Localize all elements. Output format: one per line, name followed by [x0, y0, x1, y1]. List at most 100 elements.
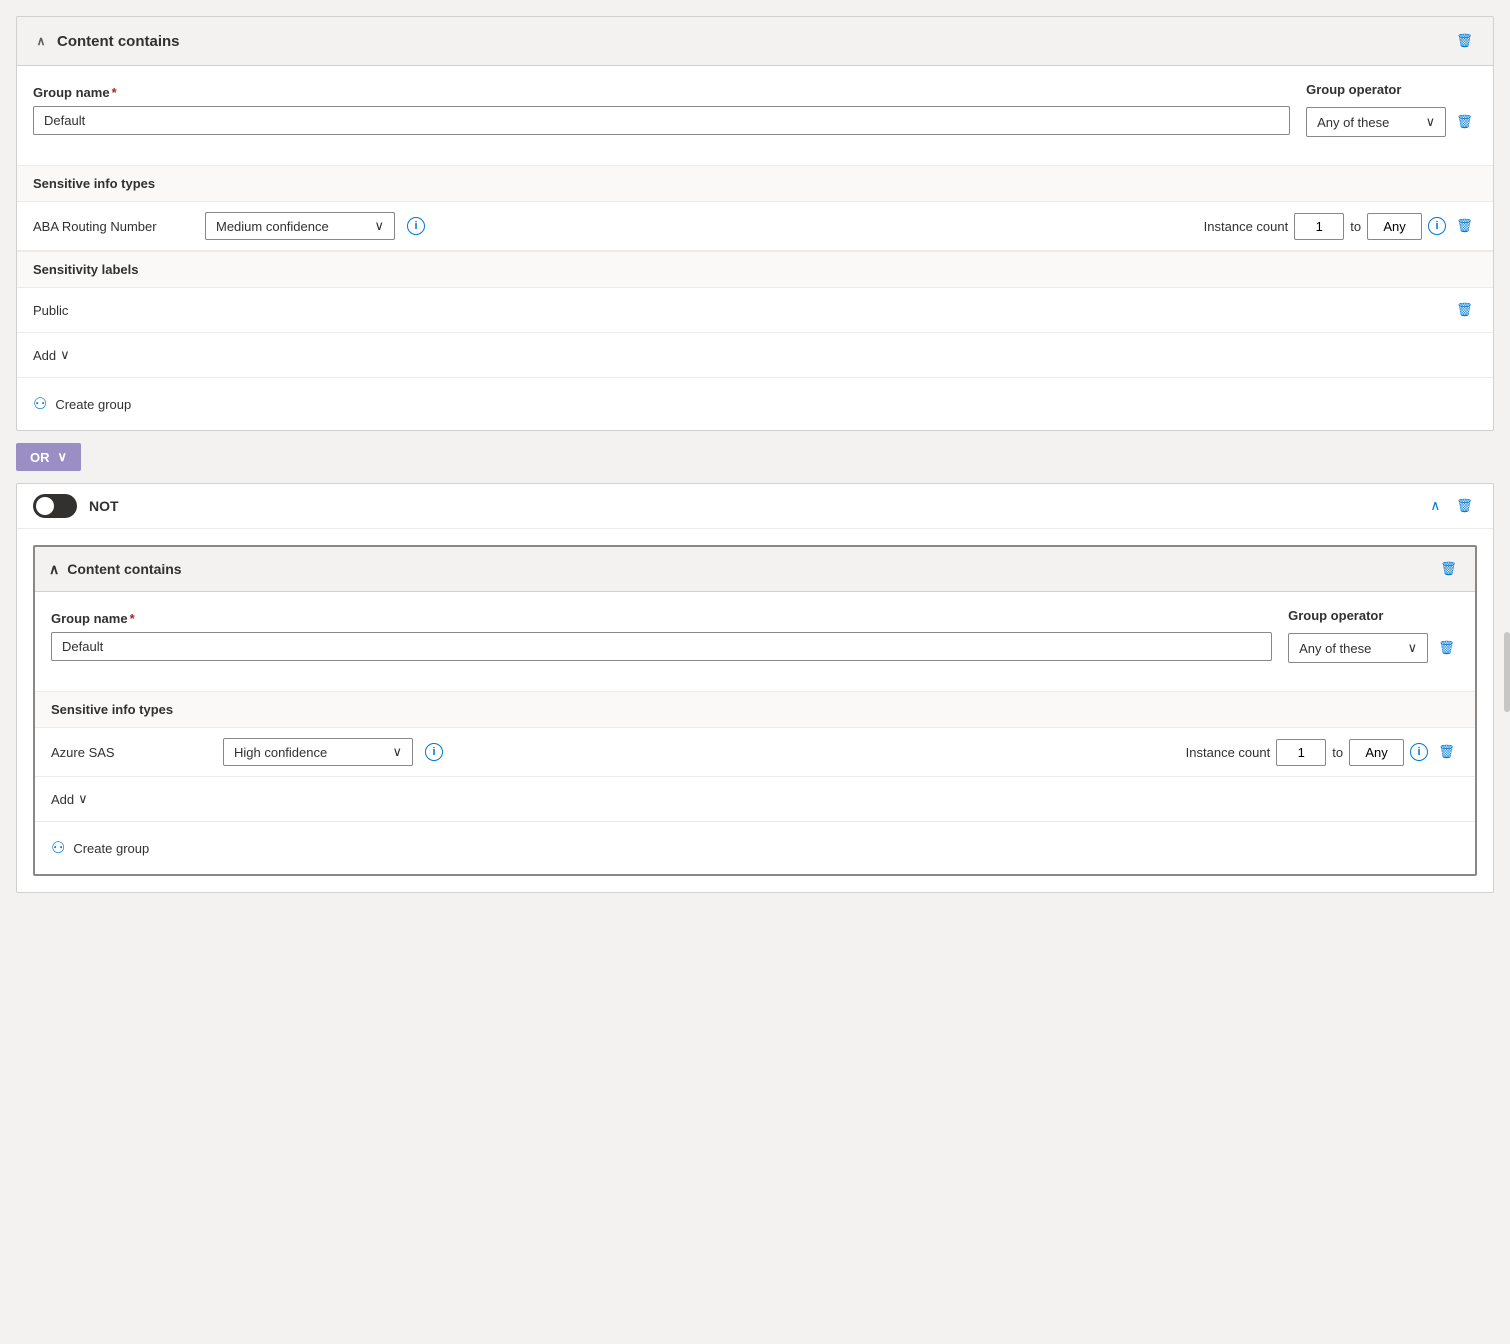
azure-sas-to-label: to [1332, 745, 1343, 760]
aba-instance-from-input[interactable] [1294, 213, 1344, 240]
section1-delete-button[interactable]: 🗑 [1452, 29, 1477, 53]
inner-sensitive-info-types-label: Sensitive info types [35, 691, 1475, 728]
inner-create-group-row: ⚇ Create group [35, 822, 1475, 874]
content-contains-inner-trash-icon: 🗑 [1440, 561, 1457, 577]
not-toggle[interactable] [33, 494, 77, 518]
not-header: NOT ∧ 🗑 [17, 484, 1493, 529]
not-collapse-icon: ∧ [1430, 498, 1440, 514]
group-name-field-wrapper: Group name* [33, 85, 1290, 135]
azure-sas-row: Azure SAS High confidence ∨ i Instance c… [35, 728, 1475, 777]
or-button-container: OR ∨ [16, 443, 1494, 471]
inner-add-chevron-icon: ∨ [78, 791, 88, 807]
aba-confidence-chevron-icon: ∨ [374, 218, 384, 234]
or-chevron-icon: ∨ [58, 449, 68, 465]
content-contains-section-1: ∧ Content contains 🗑 Group name* Group o… [16, 16, 1494, 431]
azure-sas-confidence-dropdown[interactable]: High confidence ∨ [223, 738, 413, 766]
content-contains-inner-delete-button[interactable]: 🗑 [1436, 557, 1461, 581]
aba-confidence-dropdown[interactable]: Medium confidence ∨ [205, 212, 395, 240]
not-delete-button[interactable]: 🗑 [1452, 494, 1477, 518]
section1-header: ∧ Content contains 🗑 [17, 17, 1493, 66]
group-operator-chevron-icon: ∨ [1426, 114, 1436, 130]
aba-routing-row: ABA Routing Number Medium confidence ∨ i… [17, 202, 1493, 251]
aba-instance-info-icon[interactable]: i [1428, 217, 1446, 235]
not-label: NOT [89, 498, 119, 514]
not-toggle-slider [33, 494, 77, 518]
or-label: OR [30, 450, 50, 465]
group-operator-delete-button[interactable]: 🗑 [1452, 110, 1477, 134]
section1-header-left: ∧ Content contains [33, 33, 180, 50]
section1-create-group-button[interactable]: ⚇ Create group [33, 390, 131, 418]
inner-group-name-container: Group name* Group operator Any of these … [35, 592, 1475, 691]
public-row: Public 🗑 [17, 288, 1493, 333]
section1-add-chevron-icon: ∨ [60, 347, 70, 363]
inner-group-operator-delete-button[interactable]: 🗑 [1434, 636, 1459, 660]
section1-create-group-row: ⚇ Create group [17, 378, 1493, 430]
not-trash-icon: 🗑 [1456, 498, 1473, 514]
aba-instance-to-input[interactable] [1367, 213, 1422, 240]
inner-group-operator-label: Group operator [1288, 608, 1459, 623]
section1-create-group-label: Create group [55, 397, 131, 412]
public-trash-icon: 🗑 [1456, 302, 1473, 318]
aba-to-label: to [1350, 219, 1361, 234]
not-body: ∧ Content contains 🗑 Group name* [17, 529, 1493, 892]
azure-sas-confidence-chevron-icon: ∨ [392, 744, 402, 760]
inner-add-button[interactable]: Add ∨ [51, 787, 88, 811]
not-header-left: NOT [33, 494, 119, 518]
group-operator-dropdown[interactable]: Any of these ∨ [1306, 107, 1446, 137]
content-contains-inner-section: ∧ Content contains 🗑 Group name* [33, 545, 1477, 876]
aba-delete-button[interactable]: 🗑 [1452, 214, 1477, 238]
azure-sas-instance-info-icon[interactable]: i [1410, 743, 1428, 761]
azure-sas-instance-to-input[interactable] [1349, 739, 1404, 766]
azure-sas-instance-from-input[interactable] [1276, 739, 1326, 766]
not-section: NOT ∧ 🗑 ∧ Content contains 🗑 [16, 483, 1494, 893]
aba-confidence-info-icon[interactable]: i [407, 217, 425, 235]
inner-add-label: Add [51, 792, 74, 807]
group-operator-value: Any of these [1317, 115, 1389, 130]
inner-add-row: Add ∨ [35, 777, 1475, 822]
group-name-row: Group name* Group operator Any of these … [33, 82, 1477, 137]
inner-create-group-button[interactable]: ⚇ Create group [51, 834, 149, 862]
azure-sas-trash-icon: 🗑 [1438, 744, 1455, 760]
not-collapse-button[interactable]: ∧ [1426, 494, 1444, 518]
azure-sas-confidence-info-icon[interactable]: i [425, 743, 443, 761]
inner-group-name-label: Group name* [51, 611, 1272, 626]
inner-group-operator-chevron-icon: ∨ [1408, 640, 1418, 656]
inner-required-star: * [130, 611, 135, 626]
inner-group-name-row: Group name* Group operator Any of these … [51, 608, 1459, 663]
section1-add-button[interactable]: Add ∨ [33, 343, 70, 367]
inner-group-operator-trash-icon: 🗑 [1438, 640, 1455, 656]
azure-sas-label: Azure SAS [51, 745, 211, 760]
section1-title: Content contains [57, 33, 180, 50]
group-operator-trash-icon: 🗑 [1456, 114, 1473, 130]
group-name-label: Group name* [33, 85, 1290, 100]
aba-instance-count-section: Instance count to i 🗑 [1204, 213, 1477, 240]
inner-body: Group name* Group operator Any of these … [35, 592, 1475, 874]
section1-collapse-icon[interactable]: ∧ [33, 33, 49, 49]
inner-group-name-input[interactable] [51, 632, 1272, 661]
section1-body: Group name* Group operator Any of these … [17, 66, 1493, 165]
inner-group-operator-value: Any of these [1299, 641, 1371, 656]
scrollbar[interactable] [1504, 632, 1510, 712]
public-delete-button[interactable]: 🗑 [1452, 298, 1477, 322]
section1-add-row: Add ∨ [17, 333, 1493, 378]
azure-sas-delete-button[interactable]: 🗑 [1434, 740, 1459, 764]
group-operator-label: Group operator [1306, 82, 1477, 97]
sensitivity-labels-label: Sensitivity labels [17, 251, 1493, 288]
azure-sas-instance-count-label: Instance count [1186, 745, 1271, 760]
section1-trash-icon: 🗑 [1456, 33, 1473, 49]
content-contains-inner-header: ∧ Content contains 🗑 [35, 547, 1475, 592]
inner-create-group-people-icon: ⚇ [51, 838, 65, 858]
inner-create-group-label: Create group [73, 841, 149, 856]
group-name-input[interactable] [33, 106, 1290, 135]
section1-create-group-people-icon: ⚇ [33, 394, 47, 414]
aba-trash-icon: 🗑 [1456, 218, 1473, 234]
aba-routing-label: ABA Routing Number [33, 219, 193, 234]
inner-group-operator-dropdown[interactable]: Any of these ∨ [1288, 633, 1428, 663]
azure-sas-confidence-value: High confidence [234, 745, 327, 760]
not-header-right: ∧ 🗑 [1426, 494, 1477, 518]
azure-sas-instance-count-section: Instance count to i 🗑 [1186, 739, 1459, 766]
content-contains-inner-title-row: ∧ Content contains [49, 561, 182, 578]
or-button[interactable]: OR ∨ [16, 443, 81, 471]
content-contains-inner-collapse-icon[interactable]: ∧ [49, 561, 59, 578]
sensitive-info-types-label: Sensitive info types [17, 165, 1493, 202]
